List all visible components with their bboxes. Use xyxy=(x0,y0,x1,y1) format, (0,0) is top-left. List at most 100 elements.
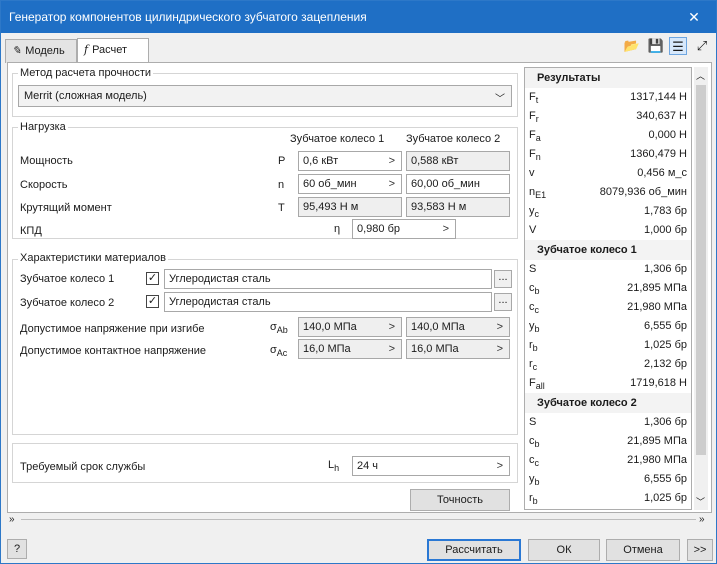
results-header: Результаты xyxy=(525,68,691,88)
material-gear1-checkbox[interactable]: ✓ xyxy=(146,272,159,285)
bending-stress-gear2-input[interactable]: 140,0 МПа > xyxy=(406,317,510,337)
result-row: V 1,000 бр xyxy=(525,221,691,240)
torque-label: Крутящий момент xyxy=(20,202,112,214)
service-life-input[interactable]: 24 ч > xyxy=(352,456,510,476)
speed-gear1-input[interactable]: 60 об_мин > xyxy=(298,174,402,194)
result-row: yb 6,555 бр xyxy=(525,317,691,336)
result-row: yb 6,555 бр xyxy=(525,470,691,489)
result-symbol: S xyxy=(529,263,537,275)
method-group-label: Метод расчета прочности xyxy=(18,67,154,79)
result-value: 1,000 бр xyxy=(643,224,687,236)
arrow-right-icon[interactable]: > xyxy=(389,178,395,190)
help-button[interactable]: ? xyxy=(7,539,27,559)
result-value: 8079,936 об_мин xyxy=(599,186,687,198)
result-symbol: rb xyxy=(529,492,538,507)
result-symbol: nE1 xyxy=(529,186,547,201)
calculation-panel: Метод расчета прочности Merrit (сложная … xyxy=(7,62,712,513)
contact-stress-label: Допустимое контактное напряжение xyxy=(20,345,206,357)
result-symbol: cc xyxy=(529,454,539,469)
gear-generator-dialog: Генератор компонентов цилиндрического зу… xyxy=(0,0,717,564)
result-value: 1719,618 Н xyxy=(630,377,687,389)
folder-open-icon[interactable]: 📂 xyxy=(623,37,641,55)
result-value: 6,555 бр xyxy=(643,320,687,332)
load-group-label: Нагрузка xyxy=(18,121,68,133)
results-scrollbar[interactable]: ︿ ﹀ xyxy=(694,67,708,510)
power-gear1-input[interactable]: 0,6 кВт > xyxy=(298,151,402,171)
results-main-list: Ft 1317,144 Н Fr 340,637 Н Fa 0,000 Н Fn 1360,4… xyxy=(525,88,691,240)
function-icon: f xyxy=(84,43,89,56)
result-row: cc 21,980 МПа xyxy=(525,298,691,317)
result-symbol: yb xyxy=(529,473,540,488)
result-symbol: S xyxy=(529,416,537,428)
speed-symbol: n xyxy=(278,179,285,191)
arrow-right-icon[interactable]: > xyxy=(497,343,503,355)
result-symbol: Fn xyxy=(529,148,541,163)
material-gear1-browse-button[interactable]: ... xyxy=(494,270,512,288)
tab-calculation[interactable]: f Расчет xyxy=(77,38,149,64)
scroll-thumb[interactable] xyxy=(696,85,706,455)
bending-stress-gear1-input[interactable]: 140,0 МПа > xyxy=(298,317,402,337)
contact-stress-gear2-input[interactable]: 16,0 МПа > xyxy=(406,339,510,359)
results-gear2-header: Зубчатое колесо 2 xyxy=(525,393,691,413)
result-value: 6,555 бр xyxy=(643,473,687,485)
method-dropdown[interactable]: Merrit (сложная модель) ﹀ xyxy=(18,85,512,107)
material-gear2-browse-button[interactable]: ... xyxy=(494,293,512,311)
result-symbol: Fr xyxy=(529,110,539,125)
result-row: rb 1,025 бр xyxy=(525,336,691,355)
material-gear1-field[interactable]: Углеродистая сталь xyxy=(164,269,492,289)
speed-gear2-input[interactable]: 60,00 об_мин xyxy=(406,174,510,194)
expand-icon[interactable]: ⤢ xyxy=(693,37,711,55)
result-value: 1317,144 Н xyxy=(630,91,687,103)
result-value: 1360,479 Н xyxy=(630,148,687,160)
power-symbol: P xyxy=(278,155,286,167)
result-row: cc 21,980 МПа xyxy=(525,451,691,470)
material-gear2-label: Зубчатое колесо 2 xyxy=(20,297,115,309)
arrow-right-icon[interactable]: > xyxy=(389,155,395,167)
close-icon[interactable]: ✕ xyxy=(672,1,716,33)
cancel-button[interactable]: Отмена xyxy=(606,539,680,561)
settings-icon[interactable]: ☰ xyxy=(669,37,687,55)
tab-model[interactable]: ✎ Модель xyxy=(5,39,77,63)
result-symbol: Fall xyxy=(529,377,545,392)
calculate-button[interactable]: Рассчитать xyxy=(427,539,521,561)
divider xyxy=(21,519,696,520)
material-gear2-checkbox[interactable]: ✓ xyxy=(146,295,159,308)
contact-stress-gear1-input[interactable]: 16,0 МПа > xyxy=(298,339,402,359)
arrow-right-icon[interactable]: > xyxy=(497,321,503,333)
collapse-icon[interactable]: » xyxy=(9,514,15,525)
result-symbol: rc xyxy=(529,358,538,373)
result-row: nE1 8079,936 об_мин xyxy=(525,183,691,202)
result-value: 340,637 Н xyxy=(636,110,687,122)
result-row: rc 2,132 бр xyxy=(525,355,691,374)
result-symbol: yb xyxy=(529,320,540,335)
arrow-right-icon[interactable]: > xyxy=(389,343,395,355)
scroll-down-icon[interactable]: ﹀ xyxy=(696,495,705,508)
arrow-right-icon[interactable]: > xyxy=(497,460,503,472)
torque-gear1-value: 95,493 Н м xyxy=(298,197,402,217)
expand-down-icon[interactable]: » xyxy=(699,514,705,525)
more-button[interactable]: >> xyxy=(687,539,713,561)
material-gear2-field[interactable]: Углеродистая сталь xyxy=(164,292,492,312)
result-symbol: yc xyxy=(529,205,539,220)
accuracy-button[interactable]: Точность xyxy=(410,489,510,511)
result-symbol: rb xyxy=(529,339,538,354)
arrow-right-icon[interactable]: > xyxy=(443,223,449,235)
material-gear1-label: Зубчатое колесо 1 xyxy=(20,273,115,285)
result-row: Ft 1317,144 Н xyxy=(525,88,691,107)
result-symbol: cc xyxy=(529,301,539,316)
result-value: 1,306 бр xyxy=(643,416,687,428)
arrow-right-icon[interactable]: > xyxy=(389,321,395,333)
result-row: yc 1,783 бр xyxy=(525,202,691,221)
bending-stress-symbol: σAb xyxy=(270,321,288,336)
bending-stress-label: Допустимое напряжение при изгибе xyxy=(20,323,205,335)
result-value: 0,000 Н xyxy=(648,129,687,141)
result-value: 0,456 м_с xyxy=(637,167,687,179)
title-bar: Генератор компонентов цилиндрического зу… xyxy=(1,1,716,33)
column-gear2: Зубчатое колесо 2 xyxy=(406,133,501,145)
ok-button[interactable]: ОК xyxy=(528,539,600,561)
efficiency-input[interactable]: 0,980 бр > xyxy=(352,219,456,239)
result-row: Fall 1719,618 Н xyxy=(525,374,691,393)
save-icon[interactable]: 💾 xyxy=(647,37,665,55)
result-symbol: V xyxy=(529,224,537,236)
scroll-up-icon[interactable]: ︿ xyxy=(696,69,705,82)
